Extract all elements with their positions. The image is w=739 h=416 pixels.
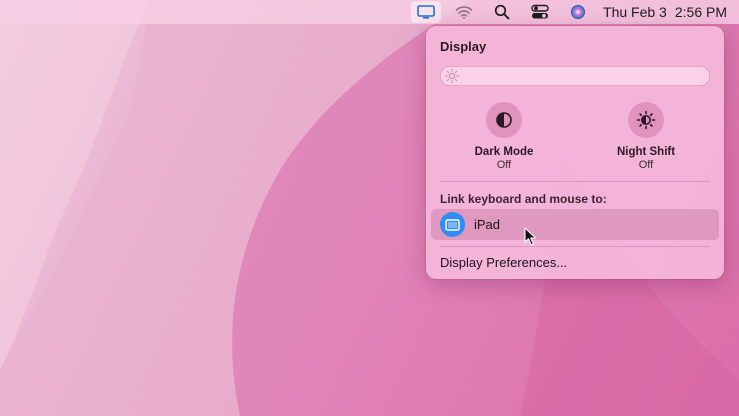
dark-mode-label: Dark Mode (474, 146, 534, 158)
device-item-ipad[interactable]: iPad (431, 209, 719, 240)
spotlight-button[interactable] (487, 1, 517, 23)
menubar-date[interactable]: Thu Feb 3 (603, 4, 667, 20)
control-center-button[interactable] (525, 1, 555, 23)
divider (440, 246, 710, 247)
dark-mode-state: Off (496, 159, 512, 171)
device-label: iPad (474, 217, 501, 232)
display-icon (417, 5, 435, 19)
search-icon (494, 4, 510, 20)
night-shift-state: Off (638, 159, 654, 171)
siri-button[interactable] (563, 1, 593, 23)
menubar-time[interactable]: 2:56 PM (675, 4, 727, 20)
display-menu-button[interactable] (411, 1, 442, 23)
display-preferences-item[interactable]: Display Preferences... (440, 255, 567, 270)
desktop: Thu Feb 3 2:56 PM Display Dark Mode Off … (0, 0, 739, 416)
siri-icon (571, 5, 586, 19)
brightness-slider[interactable] (440, 66, 710, 86)
menu-bar: Thu Feb 3 2:56 PM (0, 0, 739, 24)
dark-mode-toggle[interactable]: Dark Mode Off (444, 102, 564, 171)
night-shift-toggle[interactable]: Night Shift Off (586, 102, 706, 171)
divider (440, 181, 710, 182)
display-menu-panel: Display Dark Mode Off Night Shift Off Li… (426, 26, 724, 279)
night-shift-icon (636, 110, 656, 130)
wifi-menu-button[interactable] (449, 1, 479, 23)
night-shift-label: Night Shift (616, 146, 676, 158)
dark-mode-button[interactable] (486, 102, 522, 138)
control-center-icon (531, 4, 549, 19)
ipad-icon (440, 212, 465, 237)
link-section-label: Link keyboard and mouse to: (440, 192, 607, 206)
night-shift-button[interactable] (628, 102, 664, 138)
dark-mode-icon (496, 112, 512, 128)
mouse-cursor-icon (524, 227, 537, 246)
wifi-icon (455, 6, 473, 19)
panel-title: Display (440, 39, 487, 54)
brightness-icon (445, 69, 459, 83)
